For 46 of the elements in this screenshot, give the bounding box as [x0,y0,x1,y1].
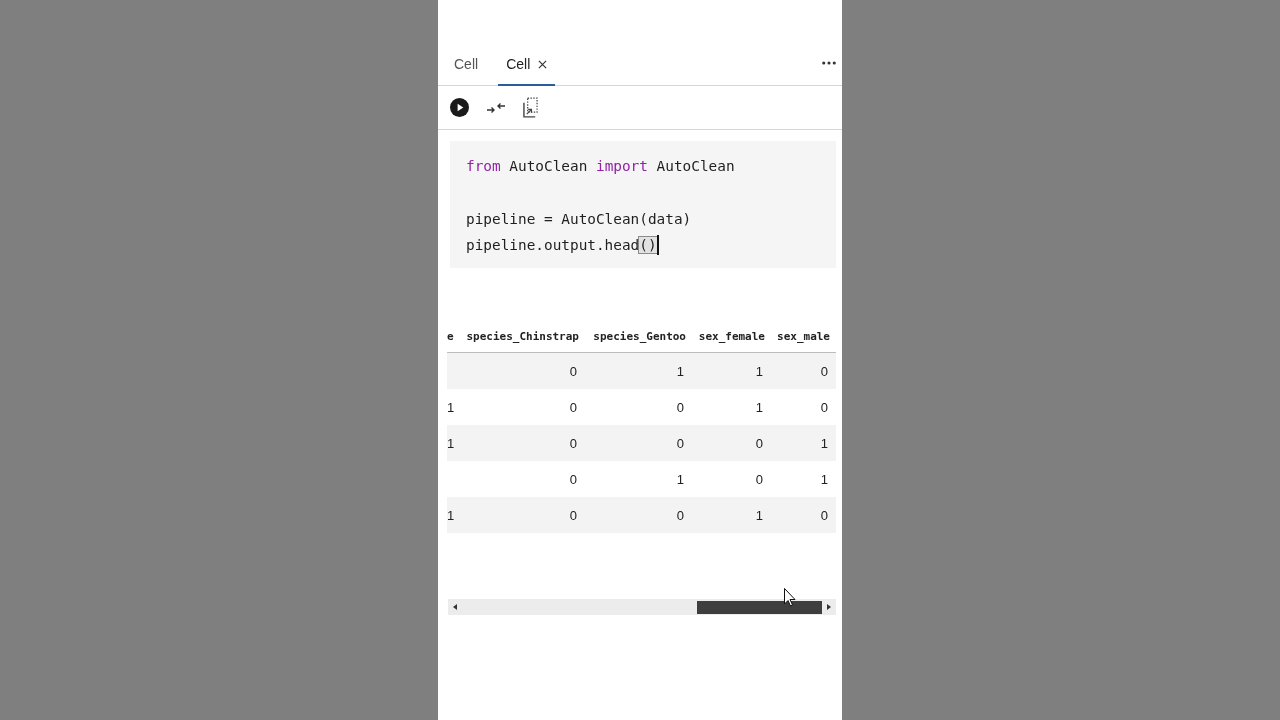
table-cell: 1 [755,399,763,415]
scrollbar-thumb[interactable] [697,600,822,614]
horizontal-scrollbar[interactable] [448,599,836,616]
mouse-pointer-icon [784,588,796,607]
cell-tab[interactable]: Cell [498,44,556,86]
table-cell: 1 [447,399,455,415]
table-cell: 1 [755,507,763,523]
table-cell: 0 [676,507,684,523]
table-cell: 0 [820,399,828,415]
code-line: pipeline.output.head() [466,235,657,255]
cell-tab[interactable]: Cell [446,44,487,86]
table-cell: 1 [755,363,763,379]
run-icon[interactable] [450,98,469,117]
table-cell: 0 [676,399,684,415]
table-cell: 0 [569,399,577,415]
table-cell: 0 [569,507,577,523]
table-cell: 0 [755,435,763,451]
code-line: from AutoClean import AutoClean [466,157,735,176]
tab-label: Cell [454,56,479,72]
table-cell: 0 [676,435,684,451]
table-cell: 0 [755,471,763,487]
close-icon[interactable] [538,59,548,69]
table-cell: 1 [820,471,828,487]
arrows-inward-icon[interactable] [487,101,505,114]
table-cell: 0 [569,471,577,487]
column-header: sex_female [698,330,766,344]
table-cell: 1 [676,471,684,487]
table-cell: 0 [569,435,577,451]
column-header: species_Chinstrap [466,330,580,344]
dotted-frame-icon[interactable] [523,97,538,118]
table-cell: 1 [676,363,684,379]
table-cell: 1 [447,435,455,451]
column-header: e [447,330,454,344]
tab-label: Cell [506,56,531,72]
table-cell: 1 [820,435,828,451]
table-cell: 1 [447,507,455,523]
scroll-left-icon[interactable] [453,604,457,611]
code-cell[interactable]: from AutoClean import AutoClean pipeline = AutoClean(data) pipeline.output.head() [450,141,836,269]
table-cell: 0 [820,363,828,379]
column-header: sex_male [777,330,831,344]
scroll-right-icon[interactable] [827,604,831,611]
table-cell: 0 [820,507,828,523]
code-line: pipeline = AutoClean(data) [466,209,692,229]
column-header: species_Gentoo [593,330,687,344]
table-cell: 0 [569,363,577,379]
more-options-icon[interactable] [822,60,836,65]
